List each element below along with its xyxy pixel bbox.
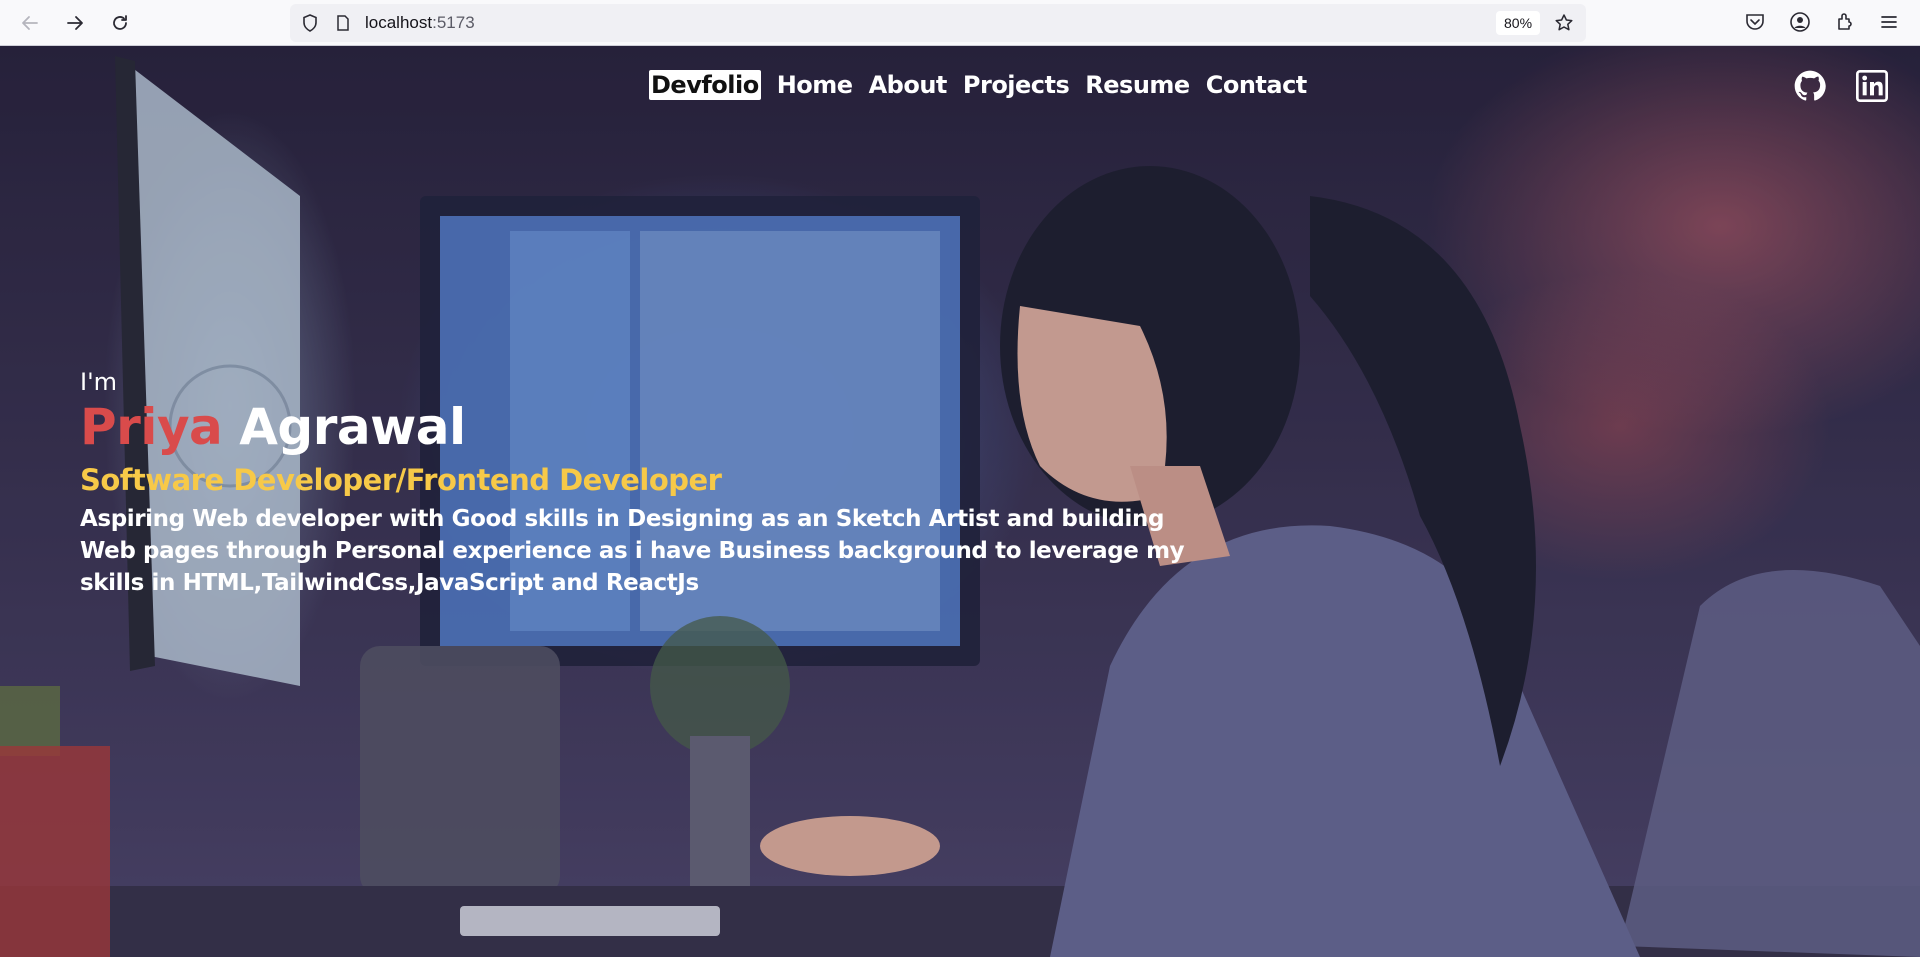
- forward-icon: [67, 16, 83, 30]
- back-icon: [22, 16, 38, 30]
- main-navigation: Devfolio Home About Projects Resume Cont…: [649, 70, 1307, 100]
- account-icon[interactable]: [1789, 11, 1811, 33]
- bookmark-star-icon[interactable]: [1554, 13, 1574, 33]
- nav-link-contact[interactable]: Contact: [1206, 71, 1308, 99]
- nav-link-about[interactable]: About: [869, 71, 948, 99]
- hero-section: Devfolio Home About Projects Resume Cont…: [0, 46, 1920, 957]
- nav-link-resume[interactable]: Resume: [1085, 71, 1190, 99]
- url-port: :5173: [432, 13, 475, 32]
- menu-icon[interactable]: [1878, 11, 1900, 33]
- intro-greeting: I'm: [80, 368, 118, 396]
- reload-icon: [113, 15, 127, 30]
- reload-button[interactable]: [105, 8, 135, 38]
- brand-logo[interactable]: Devfolio: [649, 70, 761, 100]
- back-button[interactable]: [15, 8, 45, 38]
- linkedin-icon[interactable]: [1856, 70, 1888, 102]
- page-icon[interactable]: [334, 14, 352, 32]
- hero-name: Priya Agrawal: [80, 400, 1200, 455]
- github-icon[interactable]: [1794, 70, 1826, 102]
- hero-role: Software Developer/Frontend Developer: [80, 463, 722, 497]
- hero-bio: Aspiring Web developer with Good skills …: [80, 506, 1185, 596]
- address-bar[interactable]: localhost:5173 80%: [290, 4, 1586, 42]
- nav-link-home[interactable]: Home: [777, 71, 853, 99]
- shield-icon[interactable]: [300, 13, 320, 33]
- browser-toolbar: localhost:5173 80%: [0, 0, 1920, 46]
- forward-button[interactable]: [60, 8, 90, 38]
- zoom-level-badge[interactable]: 80%: [1496, 11, 1541, 35]
- url-text[interactable]: localhost:5173: [365, 13, 475, 33]
- extensions-icon[interactable]: [1834, 11, 1856, 33]
- hero-intro: I'm Priya Agrawal Software Developer/Fro…: [80, 368, 1200, 599]
- last-name: Agrawal: [239, 398, 466, 456]
- url-host: localhost: [365, 13, 433, 32]
- pocket-icon[interactable]: [1744, 11, 1766, 33]
- first-name: Priya: [80, 398, 223, 456]
- nav-link-projects[interactable]: Projects: [963, 71, 1070, 99]
